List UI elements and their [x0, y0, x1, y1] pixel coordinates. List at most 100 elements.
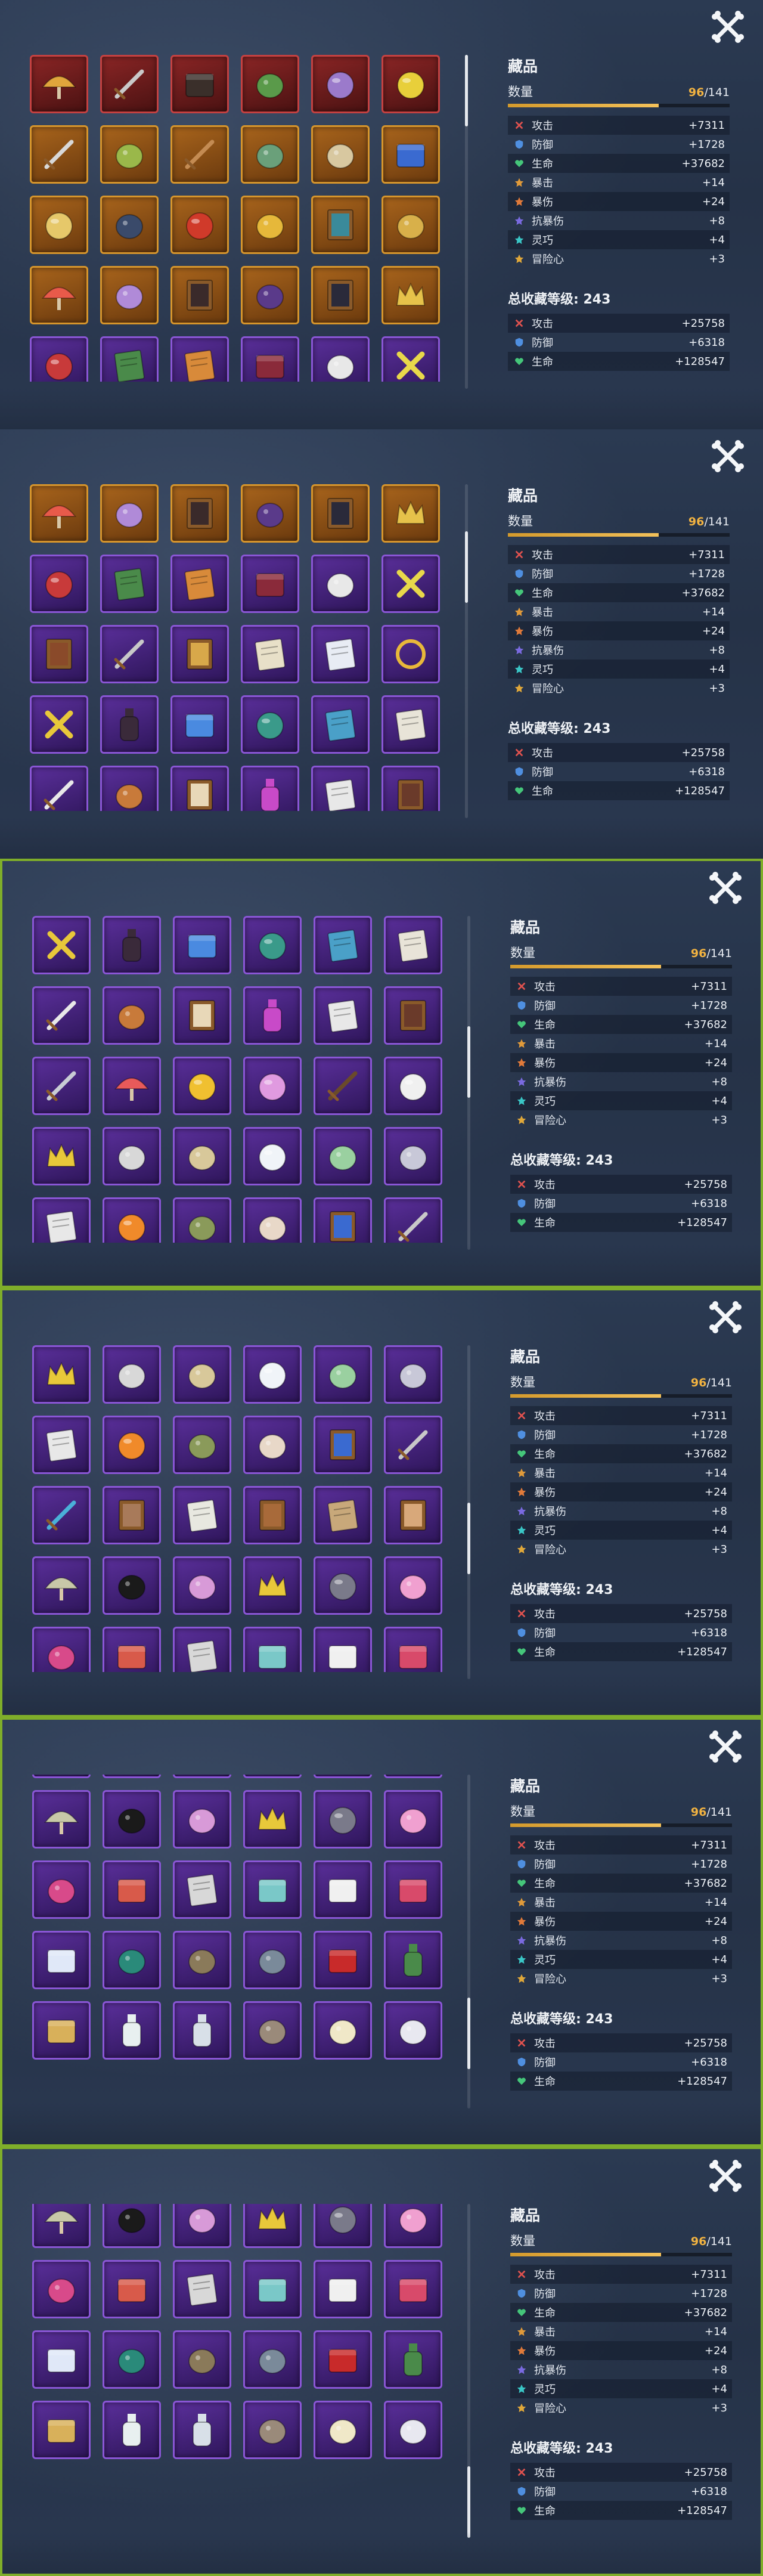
collection-item-slot[interactable]: [311, 484, 370, 543]
collection-item-slot[interactable]: [100, 55, 159, 113]
collection-item-slot[interactable]: [100, 484, 159, 543]
collection-item-slot[interactable]: [382, 484, 440, 543]
collection-item-slot[interactable]: [382, 125, 440, 184]
collection-item-slot[interactable]: [382, 55, 440, 113]
collection-item-slot[interactable]: [103, 2401, 161, 2460]
collection-item-slot[interactable]: [100, 196, 159, 254]
collection-item-slot[interactable]: [103, 2260, 161, 2319]
collection-item-slot[interactable]: [314, 1127, 372, 1185]
collection-item-slot[interactable]: [103, 1930, 161, 1989]
collection-item-slot[interactable]: [103, 1416, 161, 1474]
collection-item-slot[interactable]: [243, 1057, 302, 1115]
collection-item-slot[interactable]: [32, 1416, 91, 1474]
collection-item-slot[interactable]: [384, 1789, 442, 1849]
collection-item-slot[interactable]: [243, 1345, 302, 1404]
collection-item-slot[interactable]: [311, 555, 370, 613]
collection-item-slot[interactable]: [103, 1345, 161, 1404]
collection-item-slot[interactable]: [384, 1127, 442, 1185]
grid-scrollbar[interactable]: [467, 1345, 470, 1679]
collection-item-slot[interactable]: [30, 766, 88, 811]
collection-item-slot[interactable]: [170, 484, 229, 543]
collection-item-slot[interactable]: [100, 766, 159, 811]
collection-item-slot[interactable]: [32, 1775, 91, 1778]
scrollbar-thumb[interactable]: [465, 531, 468, 603]
collection-item-slot[interactable]: [170, 766, 229, 811]
collection-item-slot[interactable]: [314, 1057, 372, 1115]
collection-item-slot[interactable]: [30, 55, 88, 113]
grid-scrollbar[interactable]: [467, 916, 470, 1250]
collection-item-slot[interactable]: [311, 125, 370, 184]
collection-item-slot[interactable]: [314, 2260, 372, 2319]
collection-item-slot[interactable]: [243, 2204, 302, 2249]
collection-item-slot[interactable]: [243, 1860, 302, 1919]
collection-item-slot[interactable]: [170, 336, 229, 382]
collection-item-slot[interactable]: [243, 1197, 302, 1243]
collection-item-slot[interactable]: [314, 916, 372, 974]
collection-item-slot[interactable]: [173, 1930, 231, 1989]
collection-item-slot[interactable]: [243, 1556, 302, 1615]
collection-item-slot[interactable]: [100, 336, 159, 382]
collection-item-slot[interactable]: [314, 1789, 372, 1849]
collection-item-slot[interactable]: [103, 1197, 161, 1243]
collection-item-slot[interactable]: [243, 1930, 302, 1989]
collection-item-slot[interactable]: [384, 1486, 442, 1544]
item-grid-viewport[interactable]: [32, 916, 457, 1243]
collection-item-slot[interactable]: [384, 1930, 442, 1989]
collection-item-slot[interactable]: [311, 766, 370, 811]
collection-item-slot[interactable]: [243, 1127, 302, 1185]
collection-item-slot[interactable]: [173, 1775, 231, 1778]
collection-item-slot[interactable]: [32, 1057, 91, 1115]
collection-item-slot[interactable]: [384, 2330, 442, 2389]
collection-item-slot[interactable]: [243, 2001, 302, 2060]
grid-scrollbar[interactable]: [465, 55, 468, 389]
collection-item-slot[interactable]: [103, 2001, 161, 2060]
collection-item-slot[interactable]: [30, 125, 88, 184]
collection-item-slot[interactable]: [170, 196, 229, 254]
collection-item-slot[interactable]: [103, 2330, 161, 2389]
collection-item-slot[interactable]: [32, 2260, 91, 2319]
collection-item-slot[interactable]: [314, 2401, 372, 2460]
collection-item-slot[interactable]: [32, 1860, 91, 1919]
collection-item-slot[interactable]: [311, 196, 370, 254]
item-grid-viewport[interactable]: [32, 2204, 457, 2531]
collection-item-slot[interactable]: [173, 986, 231, 1045]
collection-item-slot[interactable]: [170, 555, 229, 613]
collection-item-slot[interactable]: [32, 1486, 91, 1544]
collection-item-slot[interactable]: [30, 695, 88, 754]
collection-item-slot[interactable]: [241, 336, 299, 382]
collection-item-slot[interactable]: [382, 695, 440, 754]
collection-item-slot[interactable]: [100, 555, 159, 613]
collection-item-slot[interactable]: [100, 695, 159, 754]
collection-item-slot[interactable]: [314, 986, 372, 1045]
close-button[interactable]: [707, 1728, 744, 1765]
collection-item-slot[interactable]: [30, 336, 88, 382]
collection-item-slot[interactable]: [314, 2204, 372, 2249]
collection-item-slot[interactable]: [30, 196, 88, 254]
collection-item-slot[interactable]: [314, 1345, 372, 1404]
collection-item-slot[interactable]: [170, 125, 229, 184]
collection-item-slot[interactable]: [173, 1556, 231, 1615]
collection-item-slot[interactable]: [103, 986, 161, 1045]
collection-item-slot[interactable]: [103, 1486, 161, 1544]
collection-item-slot[interactable]: [103, 916, 161, 974]
collection-item-slot[interactable]: [30, 625, 88, 683]
collection-item-slot[interactable]: [241, 625, 299, 683]
collection-item-slot[interactable]: [103, 1057, 161, 1115]
collection-item-slot[interactable]: [173, 1345, 231, 1404]
collection-item-slot[interactable]: [30, 555, 88, 613]
collection-item-slot[interactable]: [314, 1416, 372, 1474]
collection-item-slot[interactable]: [32, 2001, 91, 2060]
collection-item-slot[interactable]: [241, 266, 299, 324]
collection-item-slot[interactable]: [241, 55, 299, 113]
collection-item-slot[interactable]: [384, 1416, 442, 1474]
collection-item-slot[interactable]: [32, 1345, 91, 1404]
close-button[interactable]: [707, 869, 744, 906]
collection-item-slot[interactable]: [103, 1627, 161, 1672]
item-grid-viewport[interactable]: [32, 1775, 457, 2101]
collection-item-slot[interactable]: [384, 1860, 442, 1919]
scrollbar-thumb[interactable]: [467, 2466, 470, 2538]
collection-item-slot[interactable]: [311, 695, 370, 754]
collection-item-slot[interactable]: [173, 1789, 231, 1849]
close-button[interactable]: [707, 2157, 744, 2194]
collection-item-slot[interactable]: [30, 266, 88, 324]
